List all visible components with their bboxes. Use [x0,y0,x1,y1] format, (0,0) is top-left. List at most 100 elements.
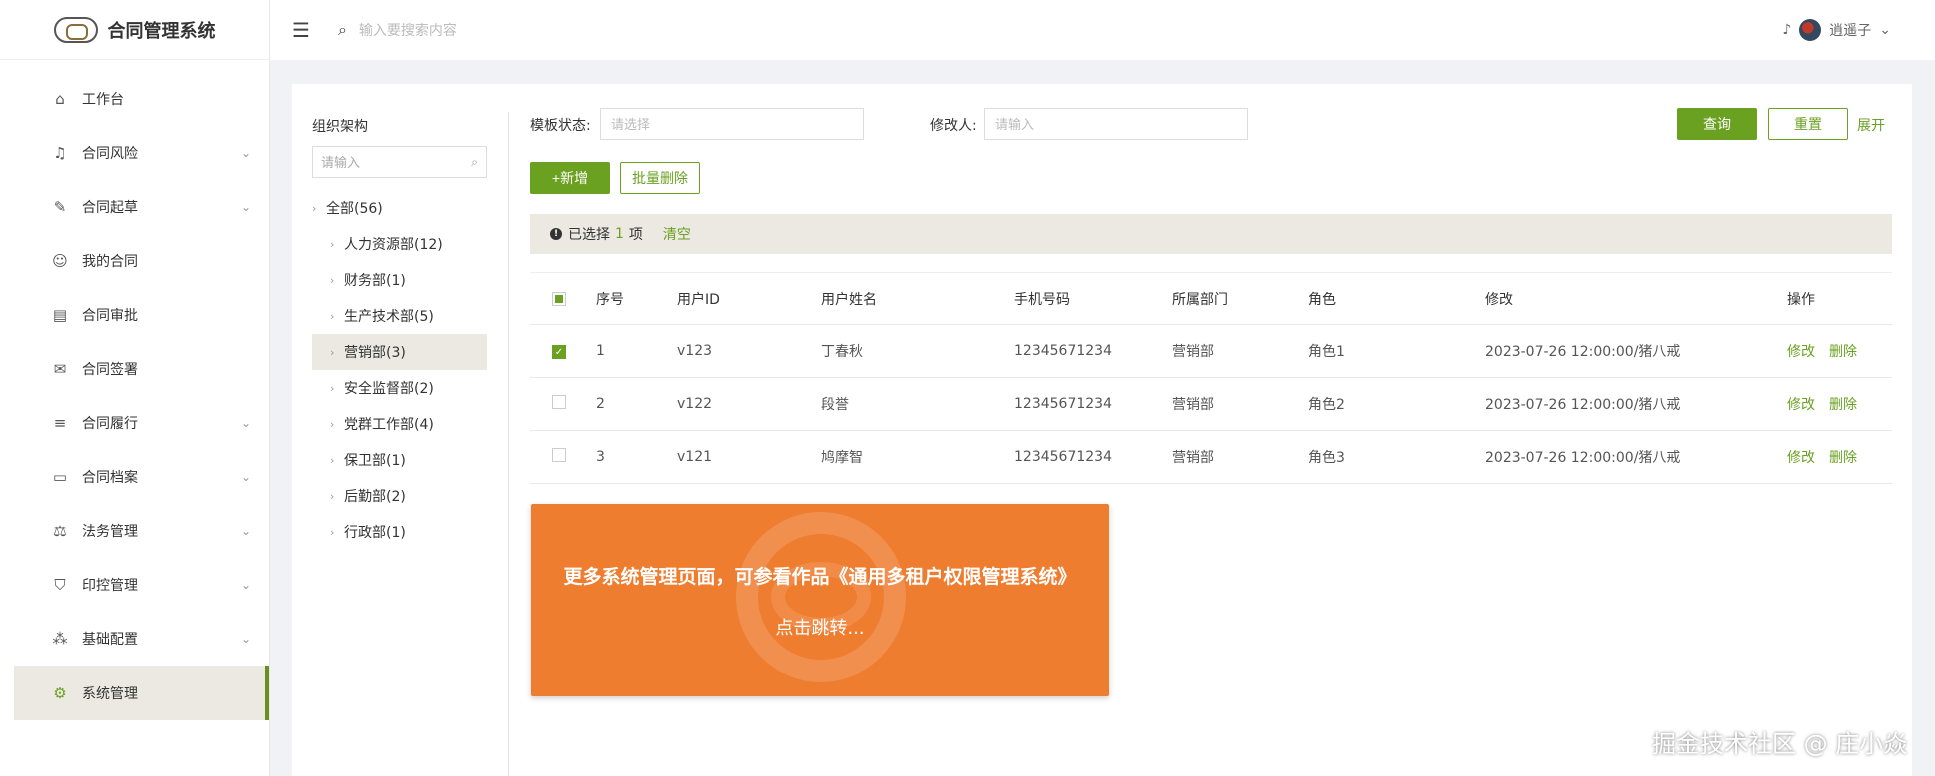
menu-toggle-icon[interactable]: ☰ [292,18,310,42]
user-table: 序号 用户ID 用户姓名 手机号码 所属部门 角色 修改 操作 ✓ 1 v123 丁春… [530,272,1892,484]
row-checkbox[interactable] [552,448,566,462]
cell-dept: 营销部 [1172,397,1214,413]
sidebar-menu: ⌂ 工作台 ♫ 合同风险 ⌄ ✎ 合同起草 ⌄ ☺ 我的合同 ▤ 合同审批 ✉ 合同签署 ≡ 合同履行 ⌄ ▭ 合同… [0,60,269,720]
edit-link[interactable]: 修改 [1787,397,1815,413]
chevron-right-icon[interactable]: › [330,526,344,539]
home-icon: ⌂ [55,90,65,108]
tree-node-label: 党群工作部(4) [344,417,434,433]
column-header: 修改 [1485,291,1513,308]
filter-row: 模板状态: 修改人: 查询 重置 展开 [530,108,1892,140]
reset-button[interactable]: 重置 [1768,108,1848,140]
cell-user-id: v121 [677,449,713,465]
org-tree-title: 组织架构 [312,119,368,135]
promo-banner[interactable]: 更多系统管理页面，可参看作品《通用多租户权限管理系统》 点击跳转... [531,504,1109,696]
bell-icon: ♫ [53,144,67,162]
sidebar-item-label: 基础配置 [82,632,138,648]
cell-actions: 修改 删除 [1787,341,1892,361]
modifier-input[interactable] [984,108,1248,140]
global-search-input[interactable] [358,22,659,38]
tree-node-root[interactable]: › 全部(56) [312,190,487,226]
sidebar-item-label: 工作台 [82,92,124,108]
chevron-down-icon[interactable]: ⌄ [1879,22,1891,38]
sidebar-item[interactable]: ✎ 合同起草 ⌄ [14,180,269,234]
tree-node[interactable]: › 党群工作部(4) [312,406,487,442]
app-logo[interactable]: 合同管理系统 [0,0,269,60]
sidebar-item[interactable]: ⛉ 印控管理 ⌄ [14,558,269,612]
tree-node[interactable]: › 人力资源部(12) [312,226,487,262]
table-row: 3 v121 鸠摩智 12345671234 营销部 角色3 2023-07-26 12:0… [530,431,1892,484]
sidebar-item[interactable]: ▭ 合同档案 ⌄ [14,450,269,504]
user-icon: ☺ [52,252,68,270]
tree-node[interactable]: › 安全监督部(2) [312,370,487,406]
select-all-checkbox[interactable] [552,291,566,306]
sidebar-item[interactable]: ⁂ 基础配置 ⌄ [14,612,269,666]
row-checkbox[interactable]: ✓ [552,345,566,360]
tree-node[interactable]: › 财务部(1) [312,262,487,298]
sidebar-item[interactable]: ⚙ 系统管理 [14,666,269,720]
avatar[interactable] [1799,19,1822,41]
sidebar-item-label: 合同审批 [82,308,138,324]
sidebar-item[interactable]: ⌂ 工作台 [14,72,269,126]
chevron-right-icon[interactable]: › [312,202,326,215]
query-button[interactable]: 查询 [1677,108,1757,140]
chevron-down-icon: ⌄ [240,524,251,538]
sidebar-item[interactable]: ✉ 合同签署 [14,342,269,396]
expand-link[interactable]: 展开 [1857,115,1885,135]
column-header: 用户姓名 [821,291,877,308]
chevron-right-icon[interactable]: › [330,454,344,467]
chevron-right-icon[interactable]: › [330,382,344,395]
delete-link[interactable]: 删除 [1829,344,1857,360]
tree-node[interactable]: › 营销部(3) [312,334,487,370]
edit-link[interactable]: 修改 [1787,344,1815,360]
chevron-down-icon: ⌄ [240,416,251,430]
tree-node-label: 安全监督部(2) [344,381,434,397]
sidebar-item[interactable]: ≡ 合同履行 ⌄ [14,396,269,450]
row-checkbox[interactable] [552,395,566,409]
sidebar-item[interactable]: ⚖ 法务管理 ⌄ [14,504,269,558]
column-header: 序号 [596,291,624,308]
add-button[interactable]: +新增 [530,162,610,194]
sidebar-item[interactable]: ▤ 合同审批 [14,288,269,342]
tree-node-label: 行政部(1) [344,525,406,541]
search-icon[interactable]: ⌕ [471,155,478,170]
selection-count: 1 [615,226,624,242]
chevron-right-icon[interactable]: › [330,418,344,431]
selection-suffix: 项 [628,227,643,243]
chevron-right-icon[interactable]: › [330,274,344,287]
tree-node[interactable]: › 后勤部(2) [312,478,487,514]
tree-node[interactable]: › 保卫部(1) [312,442,487,478]
tree-node[interactable]: › 生产技术部(5) [312,298,487,334]
laptop-icon: ▭ [52,468,68,486]
gear-icon: ⚙ [53,684,67,702]
cell-modified: 2023-07-26 12:00:00/猪八戒 [1485,344,1681,360]
sidebar-item[interactable]: ☺ 我的合同 [14,234,269,288]
sidebar-item[interactable]: ♫ 合同风险 ⌄ [14,126,269,180]
chevron-right-icon[interactable]: › [330,238,344,251]
chevron-down-icon: ⌄ [240,146,251,160]
tree-node[interactable]: › 行政部(1) [312,514,487,550]
delete-link[interactable]: 删除 [1829,397,1857,413]
chevron-right-icon[interactable]: › [330,310,344,323]
main-panel: 模板状态: 修改人: 查询 重置 展开 +新增 批量删除 ! 已选择 1 项 清… [530,84,1892,776]
batch-delete-button[interactable]: 批量删除 [620,162,700,194]
template-status-select[interactable] [600,108,864,140]
search-icon[interactable]: ⌕ [338,20,347,40]
info-icon: ! [550,228,562,240]
chevron-right-icon[interactable]: › [330,490,344,503]
sidebar-item-label: 印控管理 [82,578,138,594]
chat-icon: ✉ [53,360,67,378]
clear-selection-link[interactable]: 清空 [663,224,691,244]
shield-icon: ⛉ [54,576,66,594]
delete-link[interactable]: 删除 [1829,450,1857,466]
chevron-right-icon[interactable]: › [330,346,344,359]
tree-search-input[interactable] [321,154,472,170]
edit-link[interactable]: 修改 [1787,450,1815,466]
sidebar-item-label: 法务管理 [82,524,138,540]
user-name[interactable]: 逍遥子 [1829,20,1871,40]
modifier-label: 修改人: [930,118,977,134]
promo-jump-link[interactable]: 点击跳转... [531,614,1109,640]
column-header: 角色 [1308,291,1336,308]
bell-icon[interactable]: ♪ [1782,22,1791,38]
watermark: 掘金技术社区 @ 庄小焱 [1652,730,1908,758]
column-header: 所属部门 [1172,291,1228,308]
